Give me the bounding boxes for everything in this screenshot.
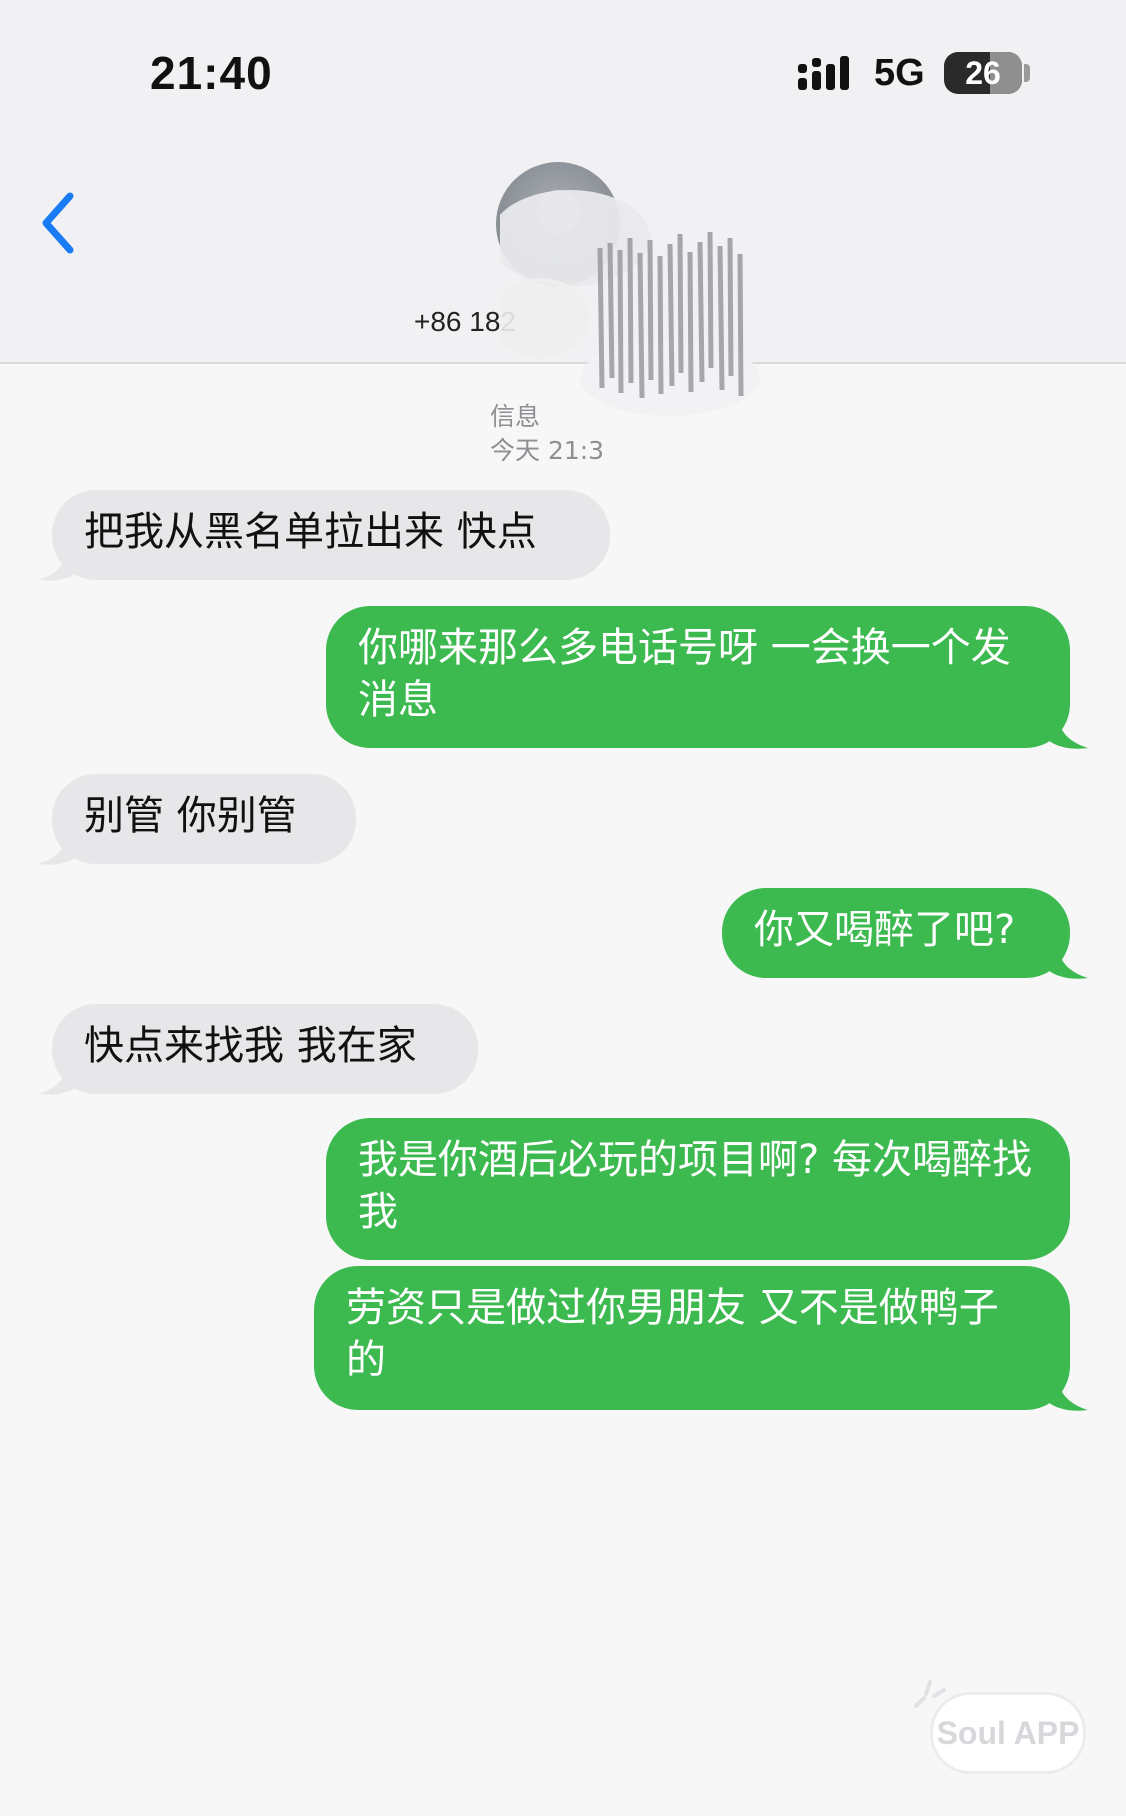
watermark-text: Soul APP bbox=[936, 1715, 1080, 1751]
battery-level: 26 bbox=[965, 55, 1001, 91]
redaction-scribble bbox=[500, 190, 760, 416]
thread-service-label: 信息 bbox=[490, 402, 541, 431]
battery-icon: 26 bbox=[944, 52, 1022, 94]
message-text: 别管 你别管 bbox=[84, 793, 297, 839]
bubble-tail bbox=[1048, 944, 1088, 979]
watermark-logo: Soul APP bbox=[930, 1692, 1086, 1774]
status-time: 21:40 bbox=[150, 47, 273, 99]
network-type: 5G bbox=[874, 52, 925, 94]
message-text: 你又喝醉了吧? bbox=[754, 907, 1016, 953]
message-bubble-outgoing[interactable]: 你哪来那么多电话号呀 一会换一个发消息 bbox=[326, 606, 1070, 748]
thread-timestamp: 今天 21:3 bbox=[490, 436, 605, 465]
message-text: 我是你酒后必玩的项目啊? 每次喝醉找我 bbox=[358, 1137, 1032, 1235]
bubble-tail bbox=[38, 830, 78, 865]
signal-icon bbox=[798, 56, 849, 90]
message-text: 快点来找我 我在家 bbox=[84, 1023, 417, 1069]
message-text: 劳资只是做过你男朋友 又不是做鸭子的 bbox=[346, 1285, 999, 1383]
bubble-tail bbox=[1048, 1376, 1088, 1411]
message-bubble-outgoing[interactable]: 你又喝醉了吧? bbox=[722, 888, 1070, 978]
bubble-tail bbox=[38, 546, 78, 581]
message-bubble-outgoing[interactable]: 我是你酒后必玩的项目啊? 每次喝醉找我 bbox=[326, 1118, 1070, 1260]
bubble-tail bbox=[38, 1060, 78, 1095]
status-bar: 21:40 5G 26 bbox=[0, 0, 1126, 120]
message-bubble-incoming[interactable]: 快点来找我 我在家 bbox=[52, 1004, 478, 1094]
message-bubble-outgoing[interactable]: 劳资只是做过你男朋友 又不是做鸭子的 bbox=[314, 1266, 1070, 1410]
battery-tip bbox=[1024, 64, 1030, 82]
bubble-tail bbox=[1048, 714, 1088, 749]
message-text: 把我从黑名单拉出来 快点 bbox=[84, 509, 537, 555]
chevron-left-icon[interactable] bbox=[36, 188, 86, 258]
message-text: 你哪来那么多电话号呀 一会换一个发消息 bbox=[358, 625, 1011, 723]
message-bubble-incoming[interactable]: 把我从黑名单拉出来 快点 bbox=[52, 490, 610, 580]
message-bubble-incoming[interactable]: 别管 你别管 bbox=[52, 774, 356, 864]
conversation-header: 21:40 5G 26 +86 182 bbox=[0, 0, 1126, 416]
